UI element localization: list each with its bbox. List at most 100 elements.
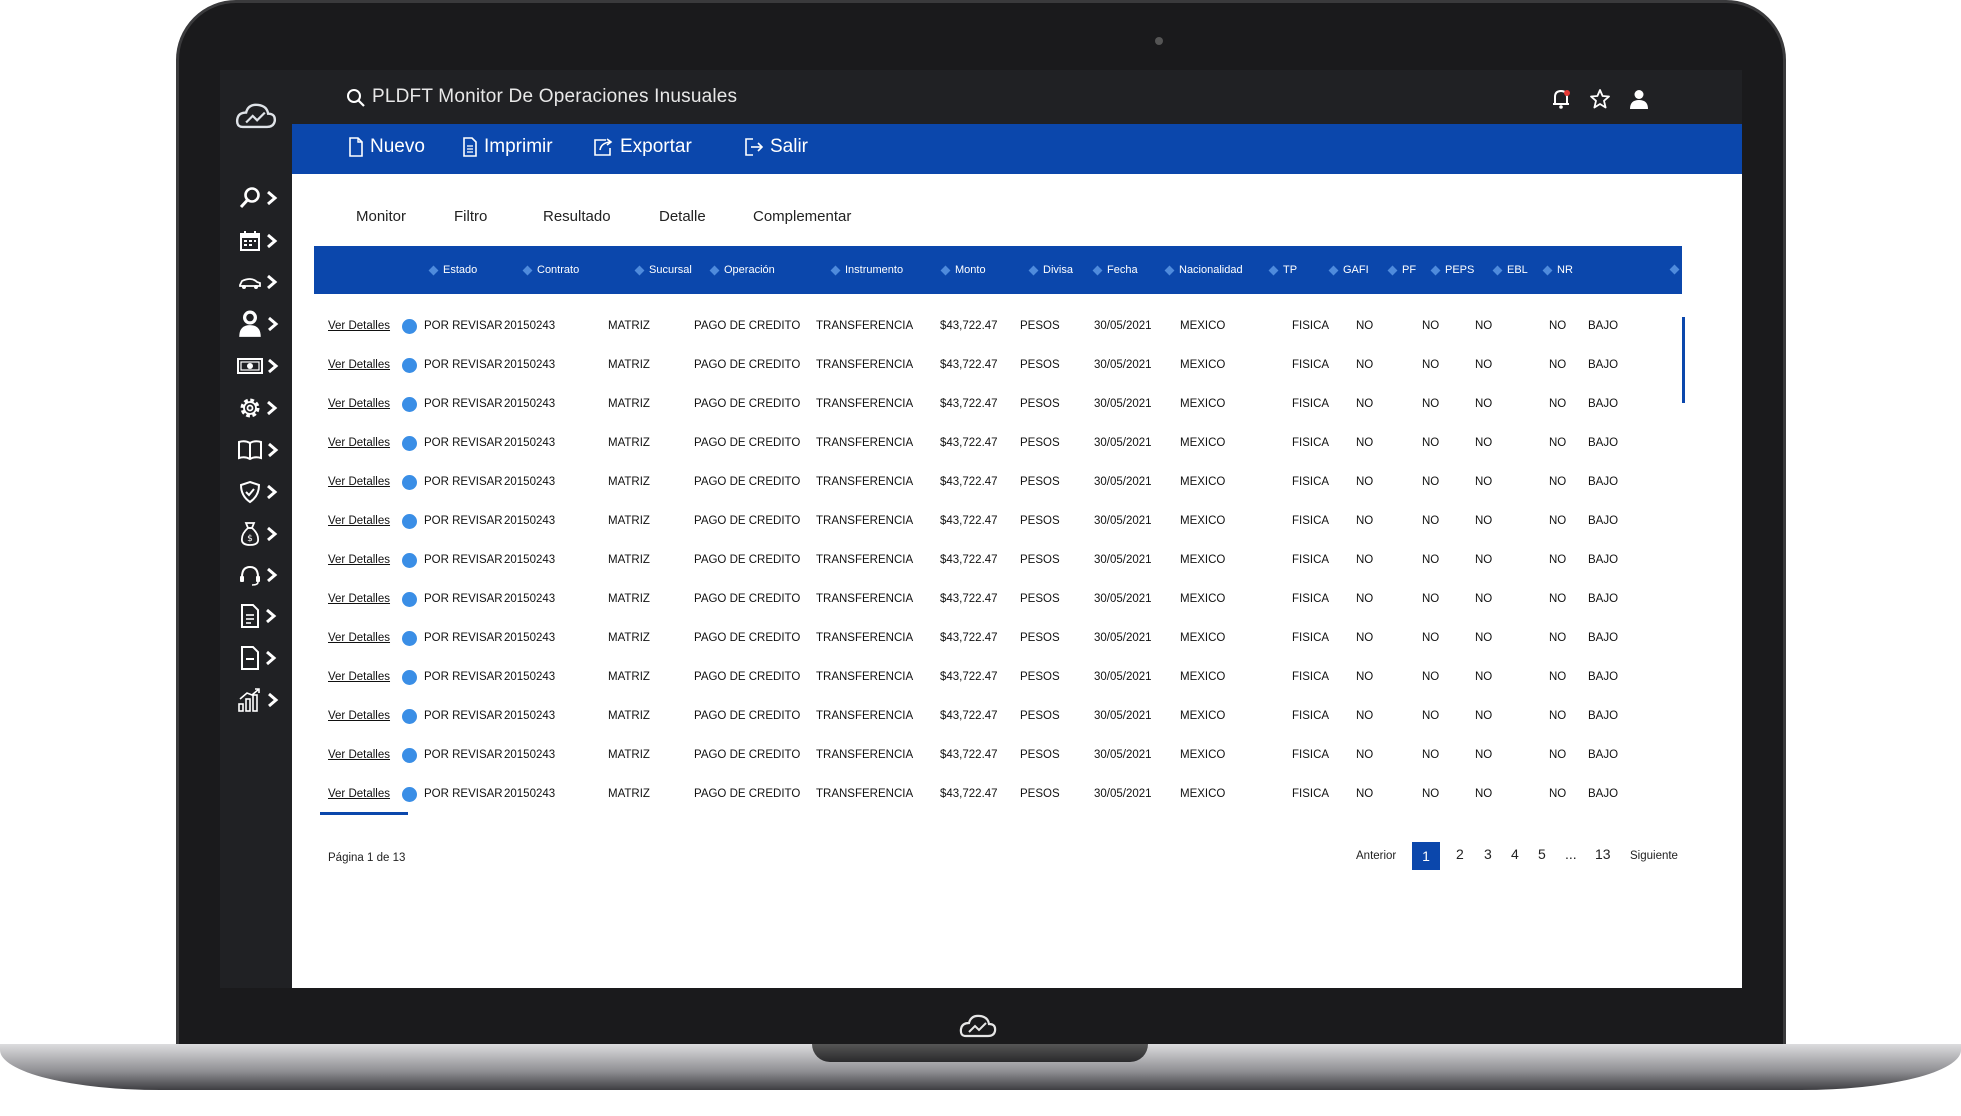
sidebar-item-calendar[interactable] (232, 225, 284, 257)
table-row: Ver Detalles POR REVISAR 20150243 MATRIZ… (314, 462, 1682, 501)
cell-divisa: PESOS (1020, 749, 1060, 761)
next-page-button[interactable]: Siguiente (1630, 850, 1678, 862)
cell-estado: POR REVISAR (424, 554, 503, 566)
column-header-peps[interactable]: PEPS (1430, 264, 1474, 276)
column-header-pf[interactable]: PF (1387, 264, 1416, 276)
column-header-estado[interactable]: Estado (428, 264, 477, 276)
column-header-gafi[interactable]: GAFI (1328, 264, 1369, 276)
view-details-link[interactable]: Ver Detalles (328, 398, 390, 410)
column-header-divisa[interactable]: Divisa (1028, 264, 1073, 276)
column-header-instrumento[interactable]: Instrumento (830, 264, 903, 276)
page-button-2[interactable]: 2 (1456, 846, 1464, 862)
tab-detalle[interactable]: Detalle (659, 208, 706, 225)
column-header-operacion[interactable]: Operación (709, 264, 775, 276)
status-dot (402, 631, 417, 646)
sort-icon (1028, 265, 1039, 275)
view-details-link[interactable]: Ver Detalles (328, 671, 390, 683)
column-header-nacionalidad[interactable]: Nacionalidad (1164, 264, 1243, 276)
view-details-link[interactable]: Ver Detalles (328, 710, 390, 722)
view-details-link[interactable]: Ver Detalles (328, 749, 390, 761)
cell-monto: $43,722.47 (940, 437, 998, 449)
cell-instrumento: TRANSFERENCIA (816, 632, 914, 644)
column-header-contrato[interactable]: Contrato (522, 264, 579, 276)
cell-peps: NO (1475, 632, 1493, 644)
page-button-3[interactable]: 3 (1484, 846, 1492, 862)
page-button-13[interactable]: 13 (1595, 846, 1611, 862)
table-row: Ver Detalles POR REVISAR 20150243 MATRIZ… (314, 423, 1682, 462)
sort-icon (709, 265, 720, 275)
view-details-link[interactable]: Ver Detalles (328, 515, 390, 527)
chevron-right-icon (267, 484, 278, 500)
view-details-link[interactable]: Ver Detalles (328, 476, 390, 488)
view-details-link[interactable]: Ver Detalles (328, 632, 390, 644)
exit-button[interactable]: Salir (744, 136, 808, 158)
star-icon[interactable] (1589, 88, 1611, 110)
sidebar-item-settings[interactable] (232, 392, 284, 424)
print-button[interactable]: Imprimir (462, 136, 553, 158)
sidebar-item-files[interactable] (232, 642, 284, 674)
new-button[interactable]: Nuevo (348, 136, 425, 158)
tab-complementar[interactable]: Complementar (753, 208, 851, 225)
cell-gafi: NO (1356, 671, 1374, 683)
page-button-1[interactable]: 1 (1412, 842, 1440, 870)
cell-peps: NO (1475, 671, 1493, 683)
cell-operacion: PAGO DE CREDITO (694, 671, 801, 683)
search-icon[interactable] (346, 88, 366, 108)
column-header-fecha[interactable]: Fecha (1092, 264, 1138, 276)
table-row: Ver Detalles POR REVISAR 20150243 MATRIZ… (314, 345, 1682, 384)
sidebar-item-money[interactable] (232, 350, 284, 382)
page-button-5[interactable]: 5 (1538, 846, 1546, 862)
sidebar-item-car[interactable] (232, 266, 284, 298)
column-header-tp[interactable]: TP (1268, 264, 1297, 276)
sidebar-item-user[interactable] (232, 308, 284, 340)
cell-instrumento: TRANSFERENCIA (816, 788, 914, 800)
sidebar-item-reports[interactable] (232, 684, 284, 716)
cell-tp: FISICA (1292, 515, 1330, 527)
new-button-label: Nuevo (370, 136, 425, 157)
cell-estado: POR REVISAR (424, 320, 503, 332)
cell-operacion: PAGO DE CREDITO (694, 710, 801, 722)
status-dot (402, 709, 417, 724)
user-icon[interactable] (1628, 88, 1650, 110)
shield-icon (239, 480, 261, 504)
view-details-link[interactable]: Ver Detalles (328, 593, 390, 605)
view-details-link[interactable]: Ver Detalles (328, 437, 390, 449)
tab-resultado[interactable]: Resultado (543, 208, 611, 225)
column-header-monto[interactable]: Monto (940, 264, 986, 276)
cell-monto: $43,722.47 (940, 749, 998, 761)
column-header-sucursal[interactable]: Sucursal (634, 264, 692, 276)
cell-gafi: NO (1356, 359, 1374, 371)
column-header-nr[interactable]: NR (1542, 264, 1573, 276)
cell-ebl: NO (1549, 710, 1567, 722)
sidebar-item-money-bag[interactable]: $ (232, 518, 284, 550)
tab-monitor[interactable]: Monitor (356, 208, 406, 225)
cell-monto: $43,722.47 (940, 359, 998, 371)
sidebar-item-book[interactable] (232, 434, 284, 466)
cell-sucursal: MATRIZ (608, 320, 650, 332)
cell-ebl: NO (1549, 359, 1567, 371)
cell-estado: POR REVISAR (424, 632, 503, 644)
bell-icon[interactable] (1550, 88, 1572, 110)
export-button[interactable]: Exportar (592, 136, 692, 158)
money-bag-icon: $ (240, 522, 260, 546)
page-button-4[interactable]: 4 (1511, 846, 1519, 862)
view-details-link[interactable]: Ver Detalles (328, 359, 390, 371)
status-dot (402, 748, 417, 763)
tab-filtro[interactable]: Filtro (454, 208, 487, 225)
sidebar-item-documents[interactable] (232, 600, 284, 632)
previous-page-button[interactable]: Anterior (1356, 850, 1396, 862)
sort-icon (522, 265, 533, 275)
sidebar-item-search[interactable] (232, 182, 284, 214)
cell-fecha: 30/05/2021 (1094, 749, 1152, 761)
table-scrollbar[interactable] (1682, 317, 1685, 403)
column-header-ebl[interactable]: EBL (1492, 264, 1528, 276)
cell-gafi: NO (1356, 515, 1374, 527)
view-details-link[interactable]: Ver Detalles (328, 554, 390, 566)
table-row: Ver Detalles POR REVISAR 20150243 MATRIZ… (314, 306, 1682, 345)
view-details-link[interactable]: Ver Detalles (328, 320, 390, 332)
sidebar-item-security[interactable] (232, 476, 284, 508)
cell-contrato: 20150243 (504, 671, 556, 683)
cell-monto: $43,722.47 (940, 788, 998, 800)
sidebar-item-support[interactable] (232, 559, 284, 591)
view-details-link[interactable]: Ver Detalles (328, 788, 390, 800)
